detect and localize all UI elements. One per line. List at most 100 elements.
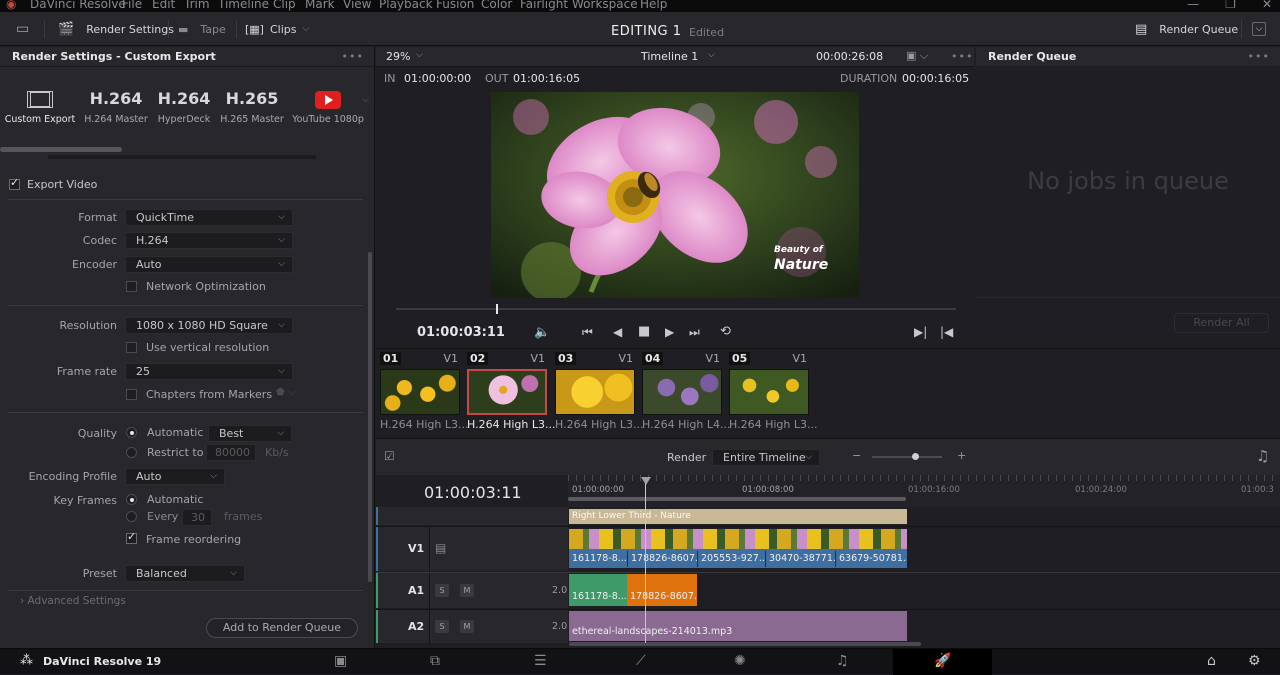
viewer-frame[interactable]: Beauty of Nature [491, 92, 859, 298]
solo-button[interactable]: S [435, 620, 449, 633]
playhead-line[interactable] [645, 483, 646, 643]
preset-scrollbar[interactable] [0, 147, 122, 152]
v1-clip[interactable]: 161178-8... [569, 551, 627, 567]
close-icon[interactable]: ✕ [1262, 0, 1272, 11]
preset-hyperdeck[interactable]: H.264 HyperDeck [148, 83, 220, 125]
marker-color-icon[interactable]: ⬟ ⌵ [276, 387, 295, 398]
source-timecode[interactable]: 00:00:26:08 [816, 50, 883, 63]
a2-clip[interactable]: ethereal-landscapes-214013.mp3 [569, 611, 907, 641]
menu-timeline[interactable]: Timeline [218, 0, 269, 11]
a1-clip[interactable]: 161178-8... [569, 574, 627, 606]
v1-clip[interactable]: 30470-38771... [765, 551, 835, 567]
gear-icon[interactable]: ⚙ [1248, 653, 1261, 669]
media-page-icon[interactable]: ▣ [334, 653, 347, 669]
v1-clip[interactable]: 63679-50781... [835, 551, 907, 567]
network-optimization-checkbox[interactable] [126, 281, 137, 292]
menu-edit[interactable]: Edit [152, 0, 175, 11]
more-options-icon[interactable]: ••• [1248, 50, 1270, 63]
menu-fusion[interactable]: Fusion [436, 0, 474, 11]
add-to-render-queue-button[interactable]: Add to Render Queue [206, 618, 358, 638]
tape-toggle[interactable]: ▬ Tape [178, 12, 226, 46]
zoom-slider-handle[interactable] [912, 453, 919, 460]
quality-automatic-radio[interactable] [126, 427, 137, 438]
home-icon[interactable]: ⌂ [1207, 653, 1216, 669]
filmstrip-icon[interactable]: ▤ [435, 541, 446, 555]
quality-select[interactable]: Best ⌵ [208, 425, 292, 442]
timeline-ruler[interactable]: 01:00:00:00 01:00:08:00 01:00:16:00 01:0… [568, 475, 1280, 507]
jump-end-icon[interactable]: ⏭ [689, 325, 700, 340]
more-options-icon[interactable]: ••• [342, 50, 364, 63]
next-edit-icon[interactable]: ▶| [914, 325, 927, 339]
render-range-select[interactable]: Entire Timeline ⌵ [712, 449, 820, 466]
color-page-icon[interactable]: ✺ [734, 653, 746, 669]
loop-icon[interactable]: ⟲ [720, 324, 731, 339]
menu-mark[interactable]: Mark [305, 0, 335, 11]
restore-icon[interactable]: ❐ [1225, 0, 1236, 11]
menu-trim[interactable]: Trim [184, 0, 210, 11]
clips-toggle[interactable]: [▦] Clips ⌵ [245, 12, 309, 46]
fairlight-page-icon[interactable]: ♫ [836, 653, 849, 669]
viewer-playhead[interactable] [496, 304, 498, 314]
edit-page-icon[interactable]: ☰ [534, 653, 547, 669]
zoom-select[interactable]: 29% [386, 50, 410, 63]
preset-h264-master[interactable]: H.264 H.264 Master [80, 83, 152, 125]
render-range-bar[interactable] [568, 497, 906, 501]
codec-select[interactable]: H.264 ⌵ [125, 232, 293, 249]
timeline-name[interactable]: Timeline 1 [641, 50, 698, 63]
keyframes-automatic-radio[interactable] [126, 494, 137, 505]
framerate-select[interactable]: 25 ⌵ [125, 363, 293, 380]
keyframes-every-radio[interactable] [126, 511, 137, 522]
chevron-down-icon[interactable]: ⌵ [362, 95, 369, 105]
keyframes-every-input[interactable]: 30 [182, 509, 212, 526]
mute-button[interactable]: M [460, 584, 474, 597]
menu-color[interactable]: Color [481, 0, 512, 11]
format-select[interactable]: QuickTime ⌵ [125, 209, 293, 226]
timeline-scrollbar[interactable] [569, 642, 921, 646]
encoder-select[interactable]: Auto ⌵ [125, 256, 293, 273]
playhead-handle[interactable] [641, 477, 651, 485]
solo-button[interactable]: S [435, 584, 449, 597]
v1-clip[interactable]: 205553-927... [697, 551, 765, 567]
render-all-button[interactable]: Render All [1174, 313, 1269, 333]
render-settings-toggle[interactable]: 🎬 Render Settings [58, 12, 174, 46]
panel-scrollbar[interactable] [368, 252, 372, 582]
zoom-slider[interactable] [872, 456, 942, 458]
render-queue-toggle[interactable]: ▤ Render Queue [1135, 12, 1238, 46]
timeline-options-icon[interactable]: ☑ [384, 449, 395, 463]
vertical-resolution-checkbox[interactable] [126, 342, 137, 353]
a1-clip[interactable]: 178826-8607... [627, 574, 697, 606]
restrict-bitrate-input[interactable]: 80000 [206, 444, 256, 461]
collapse-button[interactable]: ⌵ [1252, 12, 1266, 46]
menu-fairlight[interactable]: Fairlight [520, 0, 568, 11]
minimize-icon[interactable]: — [1187, 0, 1199, 11]
title-clip[interactable]: Right Lower Third - Nature [569, 509, 907, 524]
mute-button[interactable]: M [460, 620, 474, 633]
preset-custom-export[interactable]: Custom Export [4, 83, 76, 125]
restrict-to-radio[interactable] [126, 447, 137, 458]
export-video-checkbox[interactable] [9, 176, 20, 190]
zoom-out-icon[interactable]: − [852, 449, 861, 462]
zoom-in-icon[interactable]: + [957, 449, 966, 462]
play-icon[interactable]: ▶ [665, 325, 674, 339]
deliver-page-tab[interactable]: 🚀 [893, 649, 992, 675]
volume-icon[interactable]: 🔈 [534, 325, 550, 340]
audio-note-icon[interactable]: ♫ [1256, 447, 1269, 465]
play-reverse-icon[interactable]: ◀ [613, 325, 622, 339]
menu-view[interactable]: View [343, 0, 371, 11]
menu-clip[interactable]: Clip [273, 0, 296, 11]
menu-workspace[interactable]: Workspace [572, 0, 638, 11]
jump-start-icon[interactable]: ⏮ [582, 325, 593, 340]
encoding-profile-select[interactable]: Auto ⌵ [125, 468, 225, 485]
viewer-options-icon[interactable]: ▣ ⌵ [906, 49, 928, 63]
viewer-scrubber[interactable] [396, 308, 956, 310]
frame-reordering-checkbox[interactable] [126, 530, 137, 544]
stop-icon[interactable]: ■ [638, 324, 650, 339]
cut-page-icon[interactable]: ⧉ [430, 653, 440, 669]
advanced-settings-toggle[interactable]: › Advanced Settings [20, 595, 126, 607]
menu-file[interactable]: File [122, 0, 142, 11]
resolution-select[interactable]: 1080 x 1080 HD Square ⌵ [125, 317, 293, 334]
prev-edit-icon[interactable]: |◀ [940, 325, 953, 339]
media-pool-toggle[interactable]: ▭ [16, 12, 29, 46]
menu-help[interactable]: Help [640, 0, 667, 11]
preset-h265-master[interactable]: H.265 H.265 Master [216, 83, 288, 125]
